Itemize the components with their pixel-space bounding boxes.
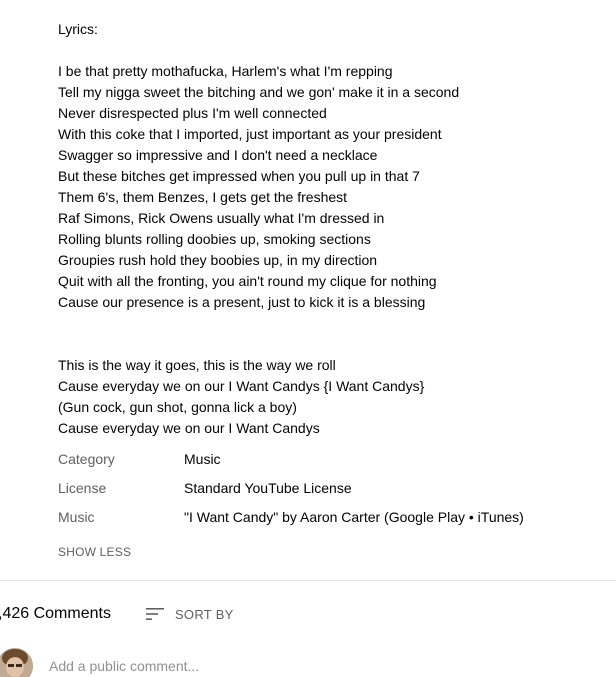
lyric-line: Never disrespected plus I'm well connect…	[58, 105, 327, 121]
lyric-line: Cause everyday we on our I Want Candys {…	[58, 378, 425, 394]
comments-count: ,426 Comments	[0, 605, 111, 622]
metadata-value-link[interactable]: Music	[184, 451, 221, 467]
metadata-value-link[interactable]: "I Want Candy" by Aaron Carter (Google P…	[184, 509, 524, 525]
lyric-line: Rolling blunts rolling doobies up, smoki…	[58, 231, 371, 247]
sort-by-label: SORT BY	[174, 606, 234, 622]
metadata-value: Standard YouTube License	[184, 479, 352, 496]
lyric-line: This is the way it goes, this is the way…	[58, 357, 336, 373]
add-comment-row	[0, 648, 449, 677]
show-less-button[interactable]: SHOW LESS	[58, 545, 131, 559]
lyric-line: Groupies rush hold they boobies up, in m…	[58, 252, 378, 268]
lyric-line: (Gun cock, gun shot, gonna lick a boy)	[58, 399, 297, 415]
video-description: Lyrics: I be that pretty mothafucka, Har…	[58, 19, 608, 439]
section-divider	[0, 580, 616, 581]
lyric-line: Raf Simons, Rick Owens usually what I'm …	[58, 210, 385, 226]
lyric-line: I be that pretty mothafucka, Harlem's wh…	[58, 63, 393, 79]
sort-icon	[145, 606, 165, 622]
metadata-row-category: Category Music	[58, 444, 608, 473]
add-comment-input[interactable]	[49, 658, 449, 674]
lyric-line: Quit with all the fronting, you ain't ro…	[58, 273, 437, 289]
lyrics-heading: Lyrics:	[58, 21, 98, 37]
metadata-row-license: License Standard YouTube License	[58, 473, 608, 502]
metadata-label: Category	[58, 450, 115, 467]
lyric-line: But these bitches get impressed when you…	[58, 168, 420, 184]
video-metadata: Category Music License Standard YouTube …	[58, 444, 608, 531]
metadata-label: License	[58, 479, 107, 496]
lyric-line: Cause everyday we on our I Want Candys	[58, 420, 320, 436]
lyric-line: Swagger so impressive and I don't need a…	[58, 147, 378, 163]
sort-by-button[interactable]: SORT BY	[145, 606, 234, 622]
comments-header: ,426 Comments SORT BY	[0, 600, 234, 628]
metadata-row-music: Music "I Want Candy" by Aaron Carter (Go…	[58, 502, 608, 531]
lyric-line: Tell my nigga sweet the bitching and we …	[58, 84, 460, 100]
lyric-line: With this coke that I imported, just imp…	[58, 126, 442, 142]
lyric-line: Them 6's, them Benzes, I gets get the fr…	[58, 189, 348, 205]
metadata-label: Music	[58, 508, 95, 525]
avatar	[0, 648, 33, 677]
lyric-line: Cause our presence is a present, just to…	[58, 294, 426, 310]
